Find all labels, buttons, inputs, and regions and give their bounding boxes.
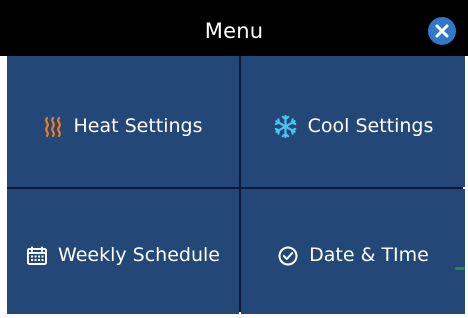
heat-settings-button[interactable]: Heat Settings — [7, 56, 239, 187]
calendar-icon — [26, 245, 48, 267]
clock-icon — [277, 245, 299, 267]
heat-settings-label: Heat Settings — [73, 115, 203, 137]
date-time-label: Date & TIme — [309, 244, 429, 266]
weekly-schedule-button[interactable]: Weekly Schedule — [7, 189, 239, 314]
menu-grid: Heat Settings Cool Settings Weekly Sched… — [7, 56, 465, 314]
cool-settings-label: Cool Settings — [307, 115, 434, 137]
date-time-button[interactable]: Date & TIme — [241, 189, 465, 314]
status-indicator-line — [455, 266, 465, 270]
close-button[interactable] — [428, 17, 456, 45]
close-icon — [434, 23, 450, 39]
cool-settings-button[interactable]: Cool Settings — [241, 56, 465, 187]
weekly-schedule-label: Weekly Schedule — [58, 244, 220, 266]
heat-icon — [43, 115, 63, 139]
thermostat-menu-screen: Menu Heat Settings Cool Settings Weekly … — [0, 0, 468, 318]
title-bar: Menu — [0, 0, 468, 56]
snowflake-icon — [273, 114, 298, 139]
page-title: Menu — [204, 19, 264, 43]
